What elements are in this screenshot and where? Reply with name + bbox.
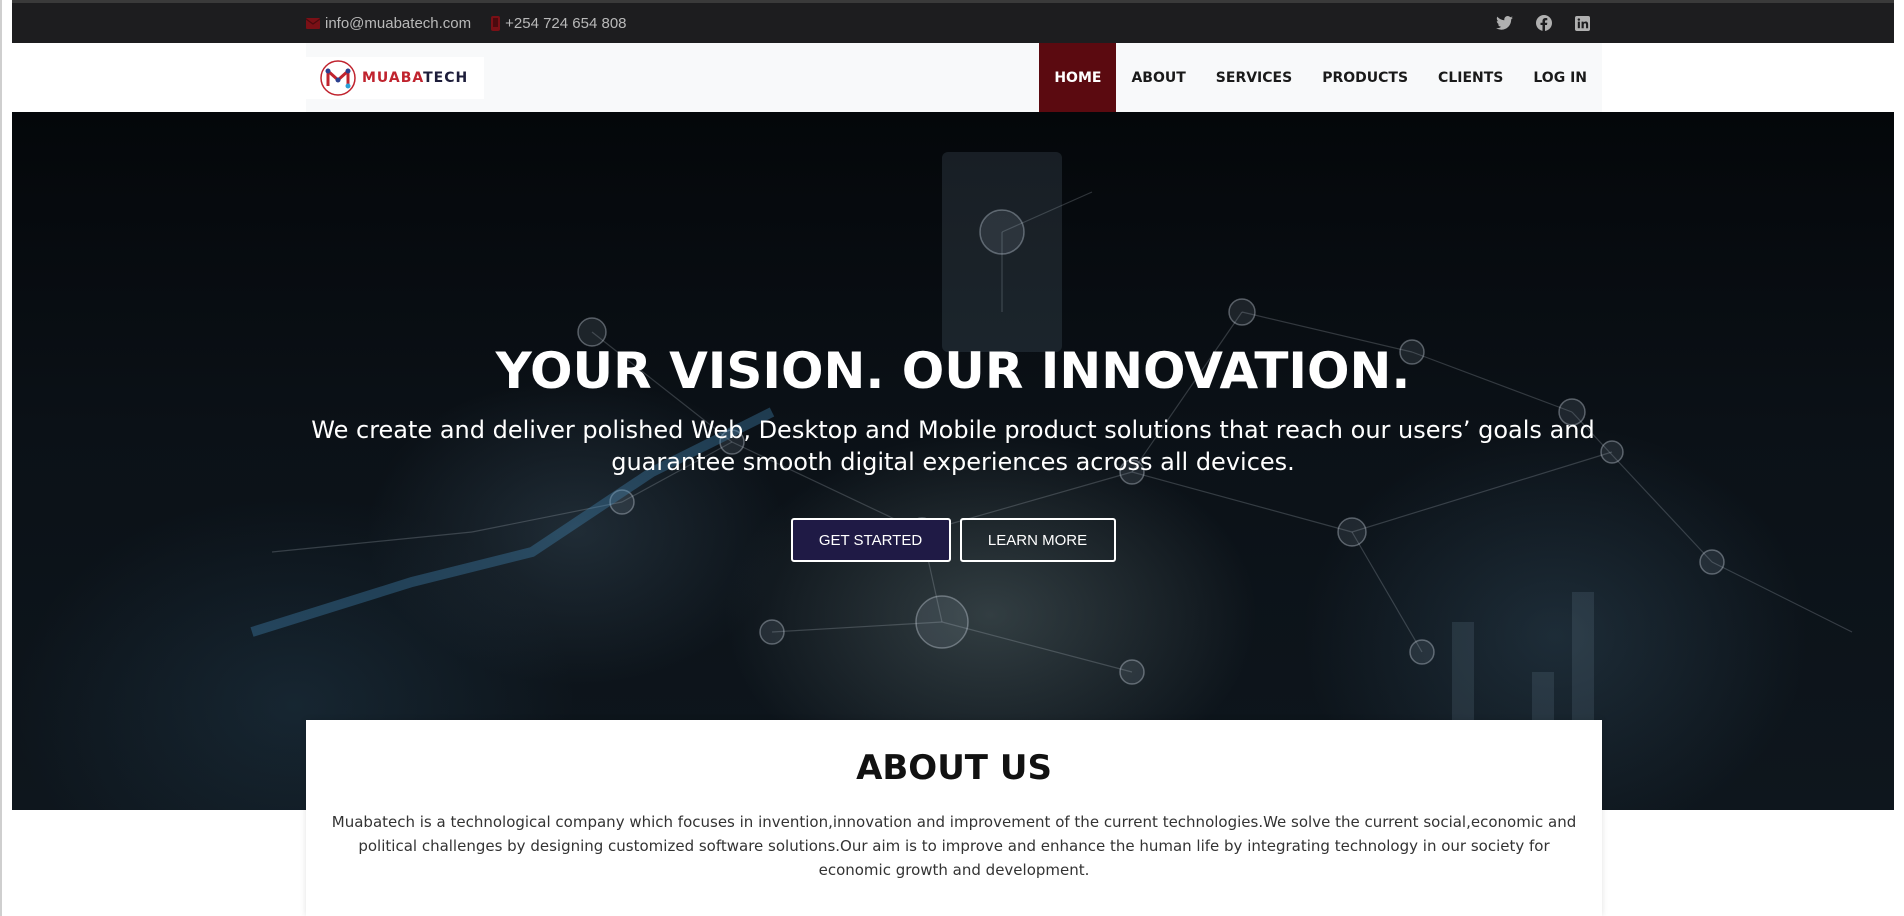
about-section: ABOUT US Muabatech is a technological co… [306, 720, 1602, 916]
hero-content: YOUR VISION. OUR INNOVATION. We create a… [12, 342, 1894, 562]
nav-services[interactable]: SERVICES [1201, 43, 1307, 112]
linkedin-icon[interactable] [1573, 14, 1592, 33]
about-text: Muabatech is a technological company whi… [331, 813, 1577, 879]
contact-info: info@muabatech.com +254 724 654 808 [306, 15, 647, 32]
nav-products[interactable]: PRODUCTS [1307, 43, 1423, 112]
logo-text-part2: TECH [423, 70, 469, 86]
hero-title: YOUR VISION. OUR INNOVATION. [495, 342, 1411, 400]
hero-section: YOUR VISION. OUR INNOVATION. We create a… [12, 112, 1894, 810]
email-contact[interactable]: info@muabatech.com [306, 15, 471, 32]
email-text[interactable]: info@muabatech.com [325, 15, 471, 32]
phone-text[interactable]: +254 724 654 808 [505, 15, 626, 32]
top-info-bar: info@muabatech.com +254 724 654 808 [12, 0, 1894, 43]
facebook-icon[interactable] [1534, 14, 1553, 33]
top-info-bar-inner: info@muabatech.com +254 724 654 808 [306, 3, 1602, 43]
nav-home[interactable]: HOME [1039, 43, 1117, 112]
logo-text: MUABATECH [362, 70, 468, 86]
nav-about[interactable]: ABOUT [1116, 43, 1200, 112]
about-title: ABOUT US [856, 748, 1052, 788]
logo[interactable]: MUABATECH [306, 57, 484, 99]
envelope-icon [306, 17, 320, 29]
get-started-button[interactable]: GET STARTED [790, 518, 951, 562]
logo-text-part1: MUABA [362, 70, 424, 86]
main-nav: HOME ABOUT SERVICES PRODUCTS CLIENTS LOG… [1039, 43, 1602, 112]
twitter-icon[interactable] [1495, 14, 1514, 33]
hero-buttons: GET STARTED LEARN MORE [12, 518, 1894, 562]
learn-more-button[interactable]: LEARN MORE [959, 518, 1116, 562]
nav-clients[interactable]: CLIENTS [1423, 43, 1518, 112]
site-header: MUABATECH HOME ABOUT SERVICES PRODUCTS C… [306, 43, 1602, 112]
phone-contact[interactable]: +254 724 654 808 [491, 15, 627, 32]
window-edge [0, 0, 2, 916]
social-links [1495, 14, 1602, 33]
phone-icon [491, 15, 501, 31]
nav-login[interactable]: LOG IN [1518, 43, 1602, 112]
hero-subtitle: We create and deliver polished Web, Desk… [311, 416, 1595, 476]
logo-mark-icon [320, 60, 356, 96]
